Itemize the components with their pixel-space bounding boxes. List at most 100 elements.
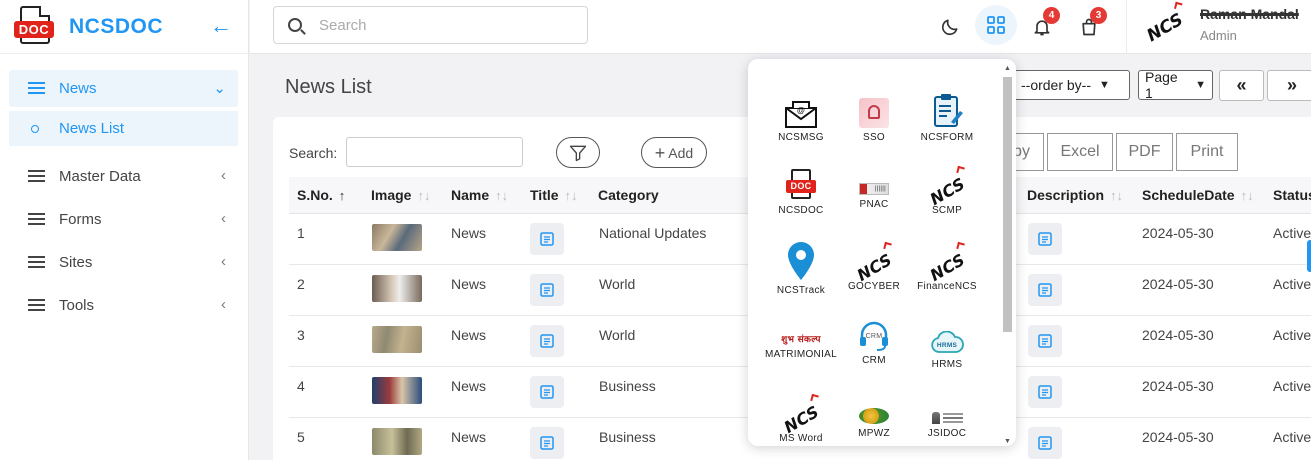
sidebar-item-label: News <box>59 80 97 97</box>
sort-icon: ↑↓ <box>1110 188 1124 203</box>
news-thumbnail[interactable] <box>372 224 422 251</box>
column-header-schedule-date[interactable]: ScheduleDate ↑↓ <box>1142 187 1254 203</box>
double-chevron-right-icon: » <box>1286 75 1297 95</box>
view-description-button[interactable] <box>1028 427 1062 459</box>
app-hrms[interactable]: HRMS HRMS <box>905 311 989 370</box>
add-button[interactable]: + Add <box>641 137 707 168</box>
cell-sno: 1 <box>297 225 305 241</box>
collapse-sidebar-arrow-icon[interactable]: ← <box>210 13 232 39</box>
headset-icon: CRM <box>860 321 888 351</box>
view-title-button[interactable] <box>530 376 564 408</box>
view-title-button[interactable] <box>530 274 564 306</box>
sort-icon: ↑↓ <box>417 188 431 203</box>
column-header-status[interactable]: Status <box>1273 187 1311 203</box>
sort-icon: ↑↓ <box>495 188 509 203</box>
side-tab[interactable] <box>1307 240 1311 272</box>
brand-header: DOC NCSDOC ← <box>0 0 248 54</box>
app-ms-word[interactable]: NCS MS Word <box>759 389 843 444</box>
page-select[interactable]: Page 1 ▼ <box>1138 69 1213 101</box>
ncs-logo-icon: NCS <box>853 250 895 285</box>
app-gocyber[interactable]: NCS GOCYBER <box>832 237 916 292</box>
user-name[interactable]: Raman Mandal <box>1200 6 1299 22</box>
apps-grid-button[interactable] <box>975 5 1017 45</box>
print-button[interactable]: Print <box>1176 133 1238 171</box>
dark-mode-toggle[interactable] <box>930 8 970 46</box>
scroll-down-icon: ▼ <box>1004 438 1011 445</box>
news-thumbnail[interactable] <box>372 326 422 353</box>
next-page-button[interactable]: » <box>1267 70 1311 101</box>
sidebar-item-tools[interactable]: Tools ‹ <box>9 287 238 324</box>
column-header-description[interactable]: Description ↑↓ <box>1027 187 1123 203</box>
cell-name: News <box>451 429 487 445</box>
view-description-button[interactable] <box>1028 325 1062 357</box>
filter-button[interactable] <box>556 137 600 168</box>
menu-icon <box>28 213 45 226</box>
chevron-left-icon: ‹ <box>221 253 226 270</box>
document-icon <box>1038 283 1052 297</box>
scroll-thumb <box>1003 77 1012 332</box>
ncs-logo-icon: NCS <box>1143 9 1187 47</box>
app-scmp[interactable]: NCS SCMP <box>905 161 989 216</box>
excel-button[interactable]: Excel <box>1047 133 1113 171</box>
cell-category: World <box>599 327 636 343</box>
view-description-button[interactable] <box>1028 274 1062 306</box>
notification-badge: 4 <box>1043 7 1060 24</box>
app-crm[interactable]: CRM CRM <box>832 311 916 366</box>
apps-scrollbar[interactable]: ▲ ▼ <box>1002 65 1013 445</box>
view-title-button[interactable] <box>530 427 564 459</box>
user-role: Admin <box>1200 28 1237 43</box>
cart-button[interactable]: 3 <box>1069 7 1109 46</box>
table-search-input[interactable] <box>346 137 523 167</box>
view-description-button[interactable] <box>1028 223 1062 255</box>
brand-name[interactable]: NCSDOC <box>69 15 163 39</box>
app-pnac[interactable]: |||||| PNAC <box>832 161 916 210</box>
column-header-title[interactable]: Title ↑↓ <box>530 187 578 203</box>
cell-category: Business <box>599 378 656 394</box>
app-mpwz[interactable]: MPWZ <box>832 389 916 439</box>
view-title-button[interactable] <box>530 223 564 255</box>
global-search[interactable] <box>273 6 588 44</box>
pdf-button[interactable]: PDF <box>1116 133 1173 171</box>
cell-status: Active <box>1273 327 1311 343</box>
news-thumbnail[interactable] <box>372 275 422 302</box>
divider <box>1126 0 1127 54</box>
sidebar-item-news-list[interactable]: News List <box>9 111 238 146</box>
app-ncsmsg[interactable]: @ NCSMSG <box>759 88 843 143</box>
grid-icon <box>987 16 1005 34</box>
chevron-down-icon: ⌄ <box>213 80 226 97</box>
app-ncsdoc[interactable]: DOC NCSDOC <box>759 161 843 216</box>
app-ncstrack[interactable]: NCSTrack <box>759 237 843 296</box>
column-header-image[interactable]: Image ↑↓ <box>371 187 430 203</box>
app-matrimonial[interactable]: शुभ संकल्प MATRIMONIAL <box>759 311 843 360</box>
notifications-button[interactable]: 4 <box>1022 7 1062 46</box>
search-input[interactable] <box>319 16 559 34</box>
sidebar-item-forms[interactable]: Forms ‹ <box>9 201 238 238</box>
column-header-name[interactable]: Name ↑↓ <box>451 187 508 203</box>
app-ncsform[interactable]: NCSFORM <box>905 88 989 143</box>
ncs-logo-icon: NCS <box>926 174 968 209</box>
doc-icon: DOC <box>786 169 816 201</box>
circle-icon <box>31 124 39 133</box>
app-financencs[interactable]: NCS FinanceNCS <box>905 237 989 292</box>
cloud-icon: HRMS <box>931 331 964 353</box>
order-by-select[interactable]: --order by-- ▼ <box>1014 70 1130 100</box>
apps-dropdown: @ NCSMSG SSO NCSFORM DOC NCSDOC |||||| P… <box>748 59 1016 446</box>
view-description-button[interactable] <box>1028 376 1062 408</box>
moon-icon <box>941 19 958 36</box>
news-thumbnail[interactable] <box>372 377 422 404</box>
cell-schedule-date: 2024-05-30 <box>1142 429 1214 445</box>
document-icon <box>540 385 554 399</box>
sidebar-item-news[interactable]: News ⌄ <box>9 70 238 107</box>
app-jsidoc[interactable]: JSIDOC <box>905 389 989 439</box>
app-sso[interactable]: SSO <box>832 88 916 143</box>
news-thumbnail[interactable] <box>372 428 422 455</box>
sidebar-item-master-data[interactable]: Master Data ‹ <box>9 158 238 195</box>
avatar[interactable]: NCS <box>1142 8 1187 48</box>
first-page-button[interactable]: « <box>1219 70 1264 101</box>
sidebar-item-sites[interactable]: Sites ‹ <box>9 244 238 281</box>
ncsdoc-logo-icon[interactable]: DOC <box>12 4 60 50</box>
column-header-category[interactable]: Category <box>598 187 659 203</box>
column-header-sno[interactable]: S.No. ↑ <box>297 187 345 203</box>
view-title-button[interactable] <box>530 325 564 357</box>
cell-status: Active <box>1273 276 1311 292</box>
